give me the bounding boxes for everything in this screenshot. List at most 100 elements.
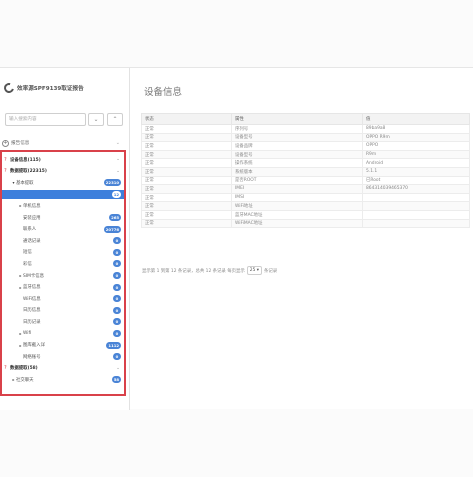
tree-item-label: 社交聊天 [16,377,34,383]
table-row[interactable]: 正常 操作系统 Android [141,158,470,168]
tree-item-label: SIM卡信息 [23,273,45,279]
tree-item-label: 蓝牙信息 [23,285,41,291]
tree-item-label: 单机信息 [23,203,41,209]
cell-property: WiFiMAC地址 [231,218,363,229]
cell-property: 设备品牌 [231,141,363,151]
pagination-summary: 显示第 1 到第 12 条记录，总共 12 条记录 每页显示 [142,268,245,274]
tree-item-label: 基本提取 [16,180,34,186]
count-badge: 20776 [103,225,121,233]
tree-item[interactable]: 12 [2,189,124,199]
brand: 效率源SPF9139取证报告 [2,81,84,95]
chevron-down-icon[interactable]: ⌄ [116,169,120,174]
column-header-value[interactable]: 值 [362,113,470,125]
column-header-property[interactable]: 属性 [231,113,363,125]
table-row[interactable]: 正常 IMEI 864314039465370 [141,184,470,194]
cell-status: 正常 [141,175,232,186]
count-badge: 0 [113,260,121,268]
sidebar-item-report[interactable]: + 报告信息 ⌄ [2,138,124,148]
tree-section[interactable]: ? 数据提取(22315) ⌄ [2,167,124,176]
tree-item[interactable]: ▾ 基本提取 22310 [2,178,124,187]
tree-item[interactable]: 安装应用 265 [2,213,124,222]
pagination-suffix: 条记录 [263,268,278,274]
tree-item-label: 安装应用 [23,215,41,221]
tree-section[interactable]: ? 设备信息(115) ⌄ [2,155,124,164]
cell-status: 正常 [141,158,232,168]
tree-section[interactable]: ? 数据提取(58) ⌄ [2,364,124,373]
count-badge: 1112 [106,341,121,349]
table-row[interactable]: 正常 系统版本 5.1.1 [141,166,470,177]
cell-status: 正常 [141,184,232,194]
cell-status: 正常 [141,124,232,134]
count-badge: 0 [113,283,121,291]
tree-item-label: 短信 [23,250,32,256]
tree-item[interactable]: 短信 0 [2,248,124,257]
cell-property: 序列号 [231,124,363,134]
count-badge: 265 [109,214,121,221]
cell-value: 5.1.1 [362,166,470,177]
pagination: 显示第 1 到第 12 条记录，总共 12 条记录 每页显示 25 ▾ 条记录 [142,265,277,276]
chevron-down-icon[interactable]: ⌄ [116,157,120,162]
cell-property: 是否ROOT [231,175,363,186]
data-tree: ? 设备信息(115) ⌄? 数据提取(22315) ⌄ ▾ 基本提取 22310 12 ▸ 单机信… [0,150,126,396]
table-row[interactable]: 正常 IMSI [141,192,470,203]
count-badge: 0 [113,248,121,256]
cell-value: 89ba9a8 [362,124,470,134]
page-size-select[interactable]: 25 ▾ [246,266,262,275]
count-badge: 0 [113,306,121,314]
count-badge: 58 [111,376,121,384]
tree-item[interactable]: ▸ 社交聊天 58 [2,375,124,384]
search-up-button[interactable]: ⌃ [107,113,123,126]
app-window: 效率源SPF9139取证报告 输入搜索内容 ⌄ ⌃ + 报告信息 ⌄ ? 设备信息… [0,67,473,410]
search-down-button[interactable]: ⌄ [88,113,104,126]
cell-value [362,201,470,211]
cell-value: 864314039465370 [362,184,470,194]
table-row[interactable]: 正常 是否ROOT 已Root [141,175,470,186]
cell-value [362,192,470,203]
chevron-down-icon[interactable]: ⌄ [116,366,120,371]
cell-value: OPPO R9m [362,132,470,143]
logo-icon [2,81,16,95]
table-row[interactable]: 正常 设备品牌 OPPO [141,141,470,151]
cell-property: IMEI [231,184,363,194]
tree-item[interactable]: ▸ Wifi 0 [2,329,124,338]
count-badge: 0 [113,272,121,279]
table-row[interactable]: 正常 WiFi地址 [141,201,470,211]
tree-item-label: 图库截入详 [23,343,45,349]
cell-value: Android [362,158,470,168]
tree-item-label: 日历记录 [23,319,41,325]
column-header-status[interactable]: 状态 [141,113,232,125]
table-row[interactable]: 正常 序列号 89ba9a8 [141,124,470,134]
tree-item[interactable]: 日历记录 0 [2,317,124,326]
tree-item[interactable]: 通话记录 0 [2,236,124,245]
tree-item-label: 通话记录 [23,238,41,244]
table-row[interactable]: 正常 设备型号 OPPO R9m [141,132,470,143]
tree-item-label: 网络账号 [23,354,41,360]
table-row[interactable]: 正常 设备型号 R9m [141,149,470,160]
cell-status: 正常 [141,166,232,177]
main-content: 设备信息 状态 属性 值 正常 序列号 89ba9a8 正常 设备型号 OPPO R9m 正… [138,68,473,410]
chevron-down-icon: ⌄ [115,140,120,146]
cell-value: 已Root [362,175,470,186]
table-row[interactable]: 正常 蓝牙MAC地址 [141,209,470,220]
tree-item-label: 联系人 [23,227,37,233]
cell-value [362,209,470,220]
brand-title: 效率源SPF9139取证报告 [17,86,84,92]
tree-item[interactable]: ▸ 图库截入详 1112 [2,341,124,350]
tree-item[interactable]: WiFi信息 0 [2,294,124,303]
tree-item-label: 彩信 [23,261,32,267]
tree-item-label: 数据提取(22315) [10,169,47,175]
tree-item[interactable]: 网络账号 0 [2,352,124,361]
cell-status: 正常 [141,132,232,143]
tree-item-label: 设备信息(115) [10,157,41,163]
tree-item[interactable]: 彩信 0 [2,259,124,268]
tree-item[interactable]: 日历信息 0 [2,306,124,315]
tree-item-label: WiFi信息 [23,296,41,302]
tree-item[interactable]: ▸ 单机信息 [2,201,124,210]
cell-property: 系统版本 [231,166,363,177]
tree-item[interactable]: 联系人 20776 [2,225,124,234]
count-badge: 0 [113,237,121,245]
search-input[interactable]: 输入搜索内容 [5,113,86,126]
table-row[interactable]: 正常 WiFiMAC地址 [141,218,470,229]
tree-item[interactable]: ▸ SIM卡信息 0 [2,271,124,280]
tree-item[interactable]: ▸ 蓝牙信息 0 [2,283,124,292]
